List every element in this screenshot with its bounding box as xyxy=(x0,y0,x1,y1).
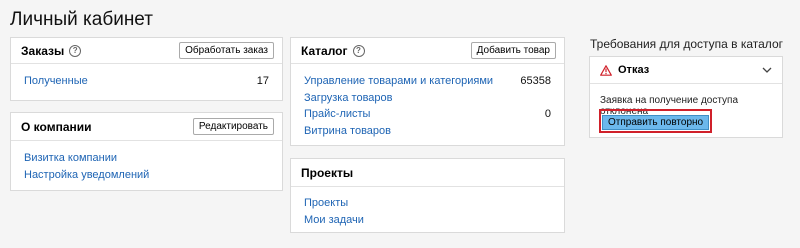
orders-received-count: 17 xyxy=(256,75,269,88)
catalog-title: Каталог xyxy=(301,43,348,58)
projects-card-header: Проекты xyxy=(291,159,564,187)
price-lists-count: 0 xyxy=(544,108,551,121)
product-showcase-link[interactable]: Витрина товаров xyxy=(304,125,391,137)
projects-link[interactable]: Проекты xyxy=(304,197,348,209)
access-status-card: Отказ Заявка на получение доступа отклон… xyxy=(589,56,783,138)
chevron-down-icon[interactable] xyxy=(762,65,772,76)
upload-products-link[interactable]: Загрузка товаров xyxy=(304,92,393,104)
orders-body: Полученные 17 xyxy=(11,64,282,96)
list-item: Полученные 17 xyxy=(24,73,269,90)
company-card: О компании Редактировать Визитка компани… xyxy=(10,112,283,191)
manage-products-link[interactable]: Управление товарами и категориями xyxy=(304,75,493,87)
projects-title: Проекты xyxy=(301,165,354,180)
page-title: Личный кабинет xyxy=(10,9,153,30)
process-order-button[interactable]: Обработать заказ xyxy=(179,42,274,59)
add-product-button[interactable]: Добавить товар xyxy=(470,42,556,59)
warning-icon xyxy=(600,64,612,76)
access-status-header[interactable]: Отказ xyxy=(590,57,782,84)
company-body: Визитка компании Настройка уведомлений xyxy=(11,141,282,189)
orders-card: Заказы ? Обработать заказ Полученные 17 xyxy=(10,37,283,101)
list-item: Загрузка товаров xyxy=(304,90,551,107)
catalog-card: Каталог ? Добавить товар Управление това… xyxy=(290,37,565,146)
company-card-header: О компании Редактировать xyxy=(11,113,282,141)
company-card-link[interactable]: Визитка компании xyxy=(24,152,117,164)
resend-highlight: Отправить повторно xyxy=(599,109,713,133)
price-lists-link[interactable]: Прайс-листы xyxy=(304,108,370,120)
projects-body: Проекты Мои задачи xyxy=(291,187,564,234)
resend-button[interactable]: Отправить повторно xyxy=(602,115,710,130)
catalog-title-wrap: Каталог ? xyxy=(301,44,365,58)
catalog-body: Управление товарами и категориями 65358 … xyxy=(291,64,564,145)
catalog-card-header: Каталог ? Добавить товар xyxy=(291,38,564,64)
list-item: Мои задачи xyxy=(304,212,551,229)
orders-card-header: Заказы ? Обработать заказ xyxy=(11,38,282,64)
notification-settings-link[interactable]: Настройка уведомлений xyxy=(24,169,149,181)
list-item: Настройка уведомлений xyxy=(24,167,269,184)
list-item: Витрина товаров xyxy=(304,123,551,140)
orders-title-wrap: Заказы ? xyxy=(21,43,82,58)
list-item: Визитка компании xyxy=(24,150,269,167)
edit-company-button[interactable]: Редактировать xyxy=(192,118,274,135)
orders-title: Заказы xyxy=(21,43,65,58)
manage-products-count: 65358 xyxy=(520,75,551,88)
my-tasks-link[interactable]: Мои задачи xyxy=(304,214,364,226)
list-item: Прайс-листы 0 xyxy=(304,106,551,123)
company-title: О компании xyxy=(21,119,92,134)
list-item: Проекты xyxy=(304,195,551,212)
access-requirements-title: Требования для доступа в каталог xyxy=(590,37,783,51)
projects-card: Проекты Проекты Мои задачи xyxy=(290,158,565,233)
access-status-wrap: Отказ xyxy=(600,64,649,76)
help-icon[interactable]: ? xyxy=(69,44,82,57)
access-status-label: Отказ xyxy=(618,64,650,76)
help-icon[interactable]: ? xyxy=(352,44,365,57)
list-item: Управление товарами и категориями 65358 xyxy=(304,73,551,90)
orders-received-link[interactable]: Полученные xyxy=(24,75,88,87)
